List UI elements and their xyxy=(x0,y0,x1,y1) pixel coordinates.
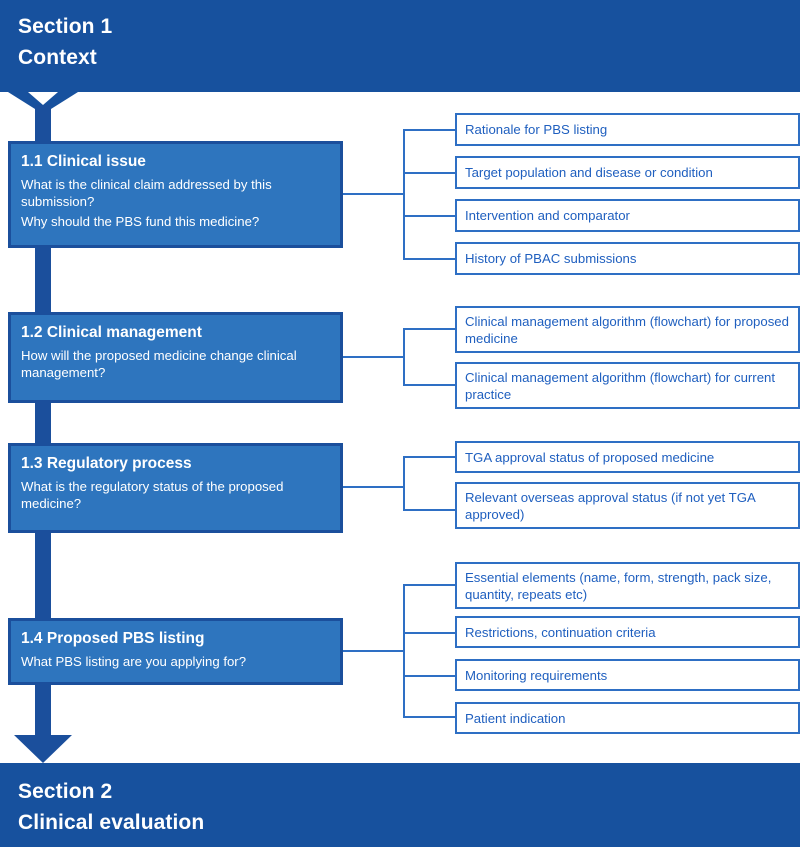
connector-stub-1-4-d xyxy=(403,716,457,718)
connector-trunk-1-3 xyxy=(403,456,405,509)
primary-box-1-1[interactable]: 1.1 Clinical issue What is the clinical … xyxy=(8,141,343,248)
sub-box-1-1-d-label: History of PBAC submissions xyxy=(465,251,637,266)
connector-stub-1-1-d xyxy=(403,258,457,260)
sub-box-1-4-b[interactable]: Restrictions, continuation criteria xyxy=(455,616,800,648)
primary-box-1-2-title: 1.2 Clinical management xyxy=(21,324,202,341)
primary-box-1-4[interactable]: 1.4 Proposed PBS listing What PBS listin… xyxy=(8,618,343,685)
sub-box-1-2-b-label: Clinical management algorithm (flowchart… xyxy=(465,369,776,402)
section-header-top: Section 1 Context xyxy=(0,0,800,92)
connector-trunk-1-4 xyxy=(403,584,405,716)
sub-box-1-4-b-label: Restrictions, continuation criteria xyxy=(465,624,656,640)
primary-box-1-2-question-1: How will the proposed medicine change cl… xyxy=(21,348,297,380)
spine-segment-5 xyxy=(35,685,51,735)
sub-box-1-3-a-label: TGA approval status of proposed medicine xyxy=(465,449,715,465)
connector-trunk-1-1 xyxy=(403,129,405,259)
spine-segment-4 xyxy=(35,533,51,618)
section-bottom-label: Section 2 xyxy=(18,780,113,803)
connector-stub-1-3-a xyxy=(403,456,457,458)
connector-stub-1-2-a xyxy=(403,328,457,330)
connector-feed-1-2 xyxy=(343,356,405,358)
sub-box-1-2-a[interactable]: Clinical management algorithm (flowchart… xyxy=(455,306,800,353)
spine-segment-2 xyxy=(35,247,51,312)
sub-box-1-1-b[interactable]: Target population and disease or conditi… xyxy=(455,156,800,189)
connector-stub-1-4-c xyxy=(403,675,457,677)
sub-box-1-4-c[interactable]: Monitoring requirements xyxy=(455,659,800,691)
connector-stub-1-1-b xyxy=(403,172,457,174)
sub-box-1-4-d-label: Patient indication xyxy=(465,710,566,726)
section-top-label: Section 1 xyxy=(18,15,113,38)
primary-box-1-3[interactable]: 1.3 Regulatory process What is the regul… xyxy=(8,443,343,533)
primary-box-1-1-title: 1.1 Clinical issue xyxy=(21,153,146,170)
flowchart-canvas: Section 1 Context 1.1 Clinical issue Wha… xyxy=(0,0,800,847)
primary-box-1-4-question-1: What PBS listing are you applying for? xyxy=(21,654,247,669)
primary-box-1-4-title: 1.4 Proposed PBS listing xyxy=(21,630,205,647)
sub-box-1-2-a-label: Clinical management algorithm (flowchart… xyxy=(465,313,789,346)
sub-box-1-1-c[interactable]: Intervention and comparator xyxy=(455,199,800,232)
primary-box-1-1-question-1: What is the clinical claim addressed by … xyxy=(21,177,272,209)
sub-box-1-4-d[interactable]: Patient indication xyxy=(455,702,800,734)
section-header-bottom: Section 2 Clinical evaluation xyxy=(0,763,800,847)
sub-box-1-1-a[interactable]: Rationale for PBS listing xyxy=(455,113,800,146)
sub-box-1-4-a-label: Essential elements (name, form, strength… xyxy=(465,569,772,602)
sub-box-1-1-a-label: Rationale for PBS listing xyxy=(465,122,608,137)
section-bottom-name: Clinical evaluation xyxy=(18,811,205,834)
primary-box-1-2[interactable]: 1.2 Clinical management How will the pro… xyxy=(8,312,343,403)
primary-box-1-1-question-2: Why should the PBS fund this medicine? xyxy=(21,214,260,229)
primary-box-1-3-question-1: What is the regulatory status of the pro… xyxy=(21,479,284,511)
sub-box-1-4-a[interactable]: Essential elements (name, form, strength… xyxy=(455,562,800,609)
connector-stub-1-4-a xyxy=(403,584,457,586)
connector-feed-1-4 xyxy=(343,650,405,652)
connector-stub-1-1-a xyxy=(403,129,457,131)
sub-box-1-3-a[interactable]: TGA approval status of proposed medicine xyxy=(455,441,800,473)
sub-box-1-2-b[interactable]: Clinical management algorithm (flowchart… xyxy=(455,362,800,409)
sub-box-1-3-b[interactable]: Relevant overseas approval status (if no… xyxy=(455,482,800,529)
sub-box-1-3-b-label: Relevant overseas approval status (if no… xyxy=(465,489,756,522)
connector-stub-1-2-b xyxy=(403,384,457,386)
connector-feed-1-3 xyxy=(343,486,405,488)
sub-box-1-4-c-label: Monitoring requirements xyxy=(465,667,608,683)
sub-box-1-1-b-label: Target population and disease or conditi… xyxy=(465,165,713,180)
sub-box-1-1-d[interactable]: History of PBAC submissions xyxy=(455,242,800,275)
connector-stub-1-3-b xyxy=(403,509,457,511)
spine-segment-3 xyxy=(35,403,51,443)
primary-box-1-3-title: 1.3 Regulatory process xyxy=(21,455,192,472)
down-arrow-icon xyxy=(14,735,72,763)
section-top-name: Context xyxy=(18,46,97,69)
connector-feed-1-1 xyxy=(343,193,405,195)
connector-trunk-1-2 xyxy=(403,328,405,384)
sub-box-1-1-c-label: Intervention and comparator xyxy=(465,208,630,223)
connector-stub-1-1-c xyxy=(403,215,457,217)
connector-stub-1-4-b xyxy=(403,632,457,634)
